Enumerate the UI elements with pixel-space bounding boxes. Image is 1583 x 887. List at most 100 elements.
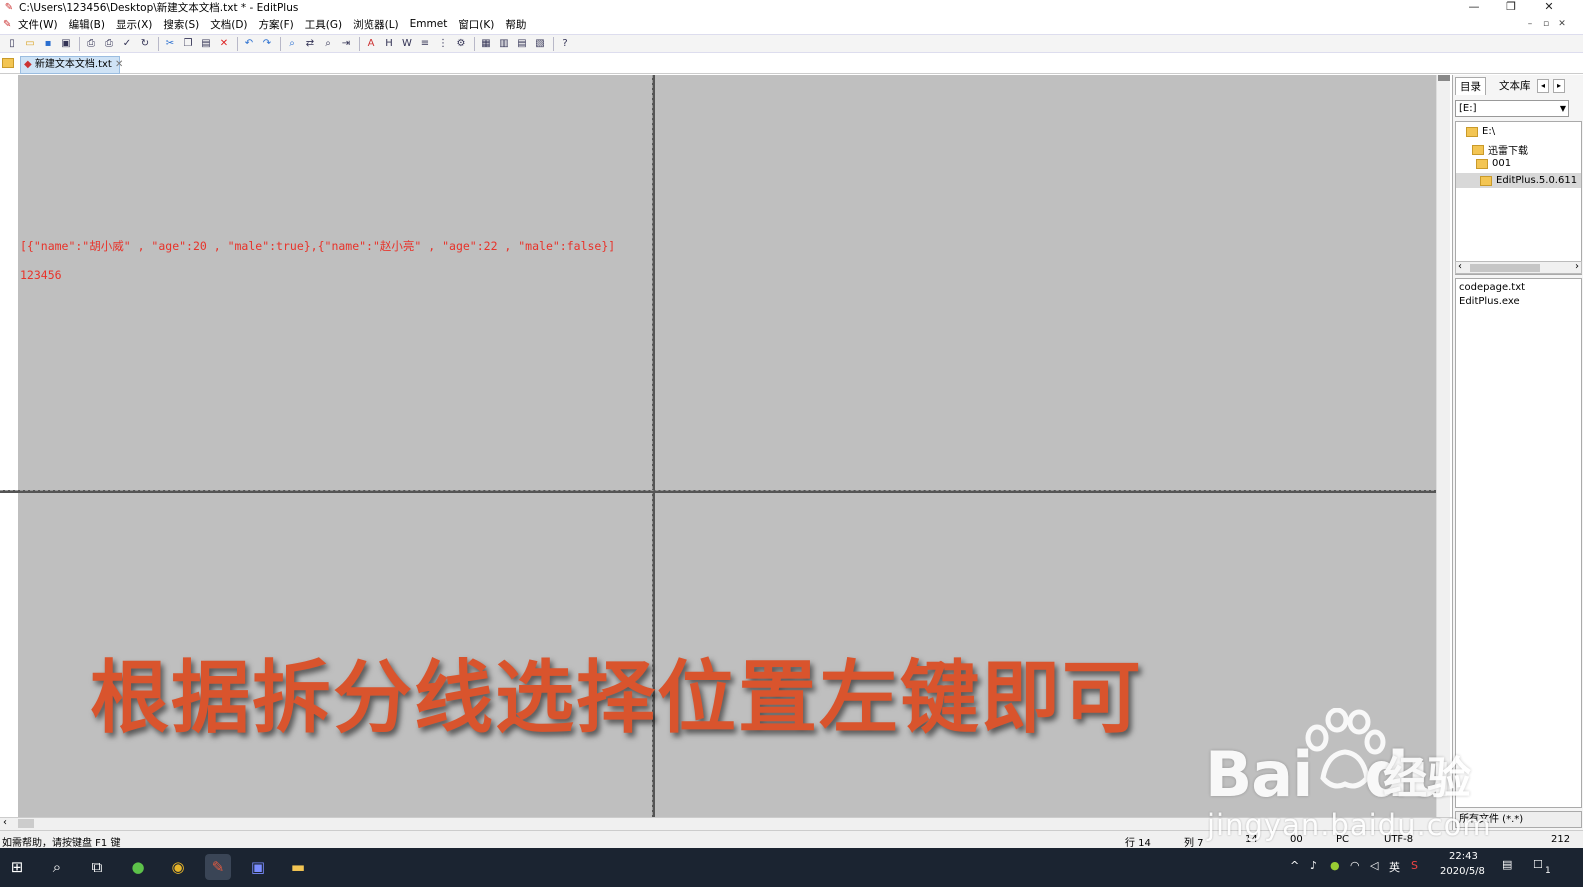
mdi-minimize-button[interactable]: –: [1523, 17, 1537, 31]
tutorial-caption: 根据拆分线选择位置左键即可: [90, 652, 1143, 744]
code-line-json[interactable]: [{"name":"胡小威" , "age":20 , "male":true}…: [20, 238, 615, 254]
chrome-icon[interactable]: ◉: [165, 854, 191, 880]
windows-start-icon[interactable]: ⊞: [4, 854, 30, 880]
clock-date[interactable]: 2020/5/8: [1440, 866, 1485, 877]
scroll-thumb[interactable]: [1438, 75, 1450, 81]
minimize-button[interactable]: —: [1455, 0, 1493, 14]
open-file-icon[interactable]: ▭: [22, 36, 38, 52]
file-item[interactable]: EditPlus.exe: [1459, 296, 1520, 307]
scroll-right-icon[interactable]: ›: [1575, 261, 1579, 272]
close-button[interactable]: ✕: [1530, 0, 1568, 14]
word-wrap-icon[interactable]: W: [399, 36, 415, 52]
tree-item-downloads[interactable]: 迅雷下载: [1472, 142, 1528, 157]
editor-pane-top-right[interactable]: [655, 75, 1436, 490]
menu-help[interactable]: 帮助: [505, 17, 526, 32]
app-icon[interactable]: ▣: [245, 854, 271, 880]
mdi-close-button[interactable]: ✕: [1555, 17, 1569, 31]
hex-icon[interactable]: H: [381, 36, 397, 52]
chevron-down-icon: ▼: [1559, 104, 1566, 113]
font-icon[interactable]: A: [363, 36, 379, 52]
redo-icon[interactable]: ↷: [259, 36, 275, 52]
hscroll-thumb[interactable]: [18, 819, 34, 828]
menu-emmet[interactable]: Emmet: [410, 18, 448, 30]
panel-next-icon[interactable]: ▸: [1553, 79, 1565, 93]
menu-document[interactable]: 文档(D): [210, 17, 247, 32]
menu-file[interactable]: 文件(W): [18, 17, 58, 32]
tab-document[interactable]: ◆ 新建文本文档.txt ✕: [20, 56, 123, 74]
network-icon[interactable]: ◠: [1350, 859, 1360, 872]
copy-icon[interactable]: ❐: [180, 36, 196, 52]
tree-item-001[interactable]: 001: [1476, 158, 1511, 169]
find-in-files-icon[interactable]: ⌕: [320, 36, 336, 52]
tree-scroll-thumb[interactable]: [1470, 264, 1540, 272]
menu-edit[interactable]: 编辑(B): [69, 17, 105, 32]
task-view-icon[interactable]: ⧉: [84, 854, 110, 880]
horizontal-splitter[interactable]: [0, 490, 1449, 493]
delete-icon[interactable]: ✕: [216, 36, 232, 52]
help-icon[interactable]: ?: [557, 36, 573, 52]
menu-tools[interactable]: 工具(G): [305, 17, 342, 32]
folder-tree[interactable]: E:\ 迅雷下载 001 EditPlus.5.0.611: [1455, 121, 1582, 275]
status-row: 行 14: [1125, 838, 1151, 849]
menu-search[interactable]: 搜索(S): [163, 17, 199, 32]
print-icon[interactable]: ⎙: [101, 36, 117, 52]
drive-select[interactable]: [E:] ▼: [1455, 100, 1569, 117]
restore-button[interactable]: ❐: [1492, 0, 1530, 14]
folder-icon[interactable]: [2, 58, 14, 68]
undo-icon[interactable]: ↶: [241, 36, 257, 52]
goto-icon[interactable]: ⇥: [338, 36, 354, 52]
tree-item-root[interactable]: E:\: [1466, 126, 1495, 137]
360-browser-icon[interactable]: ●: [125, 854, 151, 880]
scroll-left-icon[interactable]: ‹: [1458, 261, 1462, 272]
notification-icon[interactable]: ☐: [1533, 858, 1543, 871]
menu-window[interactable]: 窗口(K): [458, 17, 494, 32]
security-icon[interactable]: ●: [1330, 859, 1340, 872]
new-file-icon[interactable]: ▯: [4, 36, 20, 52]
output-icon[interactable]: ▤: [514, 36, 530, 52]
drive-value: [E:]: [1459, 103, 1477, 114]
search-icon[interactable]: ⌕: [44, 854, 70, 880]
cliptext-icon[interactable]: ▥: [496, 36, 512, 52]
toolbar-separator: [158, 36, 159, 51]
menu-view[interactable]: 显示(X): [116, 17, 152, 32]
microphone-icon[interactable]: ♪: [1310, 859, 1317, 872]
panel-prev-icon[interactable]: ◂: [1537, 79, 1549, 93]
find-icon[interactable]: ⌕: [284, 36, 300, 52]
modified-dot-icon: ◆: [24, 59, 32, 70]
paste-icon[interactable]: ▤: [198, 36, 214, 52]
reload-icon[interactable]: ↻: [137, 36, 153, 52]
save-icon[interactable]: ▪: [40, 36, 56, 52]
replace-icon[interactable]: ⇄: [302, 36, 318, 52]
ime-indicator[interactable]: 英: [1389, 859, 1400, 875]
tab-cliptext[interactable]: 文本库: [1495, 77, 1535, 95]
cut-icon[interactable]: ✂: [162, 36, 178, 52]
desktop-note-icon[interactable]: ▤: [1502, 858, 1512, 871]
watermark-url: jingyan.baidu.com: [1207, 808, 1492, 842]
tree-horizontal-scrollbar[interactable]: ‹ ›: [1455, 261, 1582, 274]
editor-pane-top-left[interactable]: [18, 75, 652, 490]
save-all-icon[interactable]: ▣: [58, 36, 74, 52]
sogou-ime-icon[interactable]: S: [1411, 859, 1418, 872]
browser-icon[interactable]: ▦: [478, 36, 494, 52]
dirwin-icon[interactable]: ▧: [532, 36, 548, 52]
tray-chevron-icon[interactable]: ^: [1290, 859, 1299, 872]
menu-project[interactable]: 方案(F): [259, 17, 294, 32]
code-line-number[interactable]: 123456: [20, 268, 62, 282]
mdi-restore-button[interactable]: ▫: [1539, 17, 1553, 31]
scroll-left-icon[interactable]: ‹: [3, 817, 7, 828]
tab-directory[interactable]: 目录: [1455, 77, 1486, 95]
file-explorer-icon[interactable]: ▬: [285, 854, 311, 880]
tab-close-icon[interactable]: ✕: [115, 59, 123, 70]
file-item[interactable]: codepage.txt: [1459, 282, 1525, 293]
print-preview-icon[interactable]: ⎙: [83, 36, 99, 52]
clock-time[interactable]: 22:43: [1449, 851, 1478, 862]
column-icon[interactable]: ⋮: [435, 36, 451, 52]
menu-browser[interactable]: 浏览器(L): [353, 17, 399, 32]
notification-count: 1: [1545, 866, 1551, 876]
line-number-icon[interactable]: ≡: [417, 36, 433, 52]
volume-icon[interactable]: ◁: [1370, 859, 1378, 872]
spellcheck-icon[interactable]: ✓: [119, 36, 135, 52]
editplus-icon[interactable]: ✎: [205, 854, 231, 880]
tree-item-editplus[interactable]: EditPlus.5.0.611: [1456, 173, 1581, 188]
settings-icon[interactable]: ⚙: [453, 36, 469, 52]
